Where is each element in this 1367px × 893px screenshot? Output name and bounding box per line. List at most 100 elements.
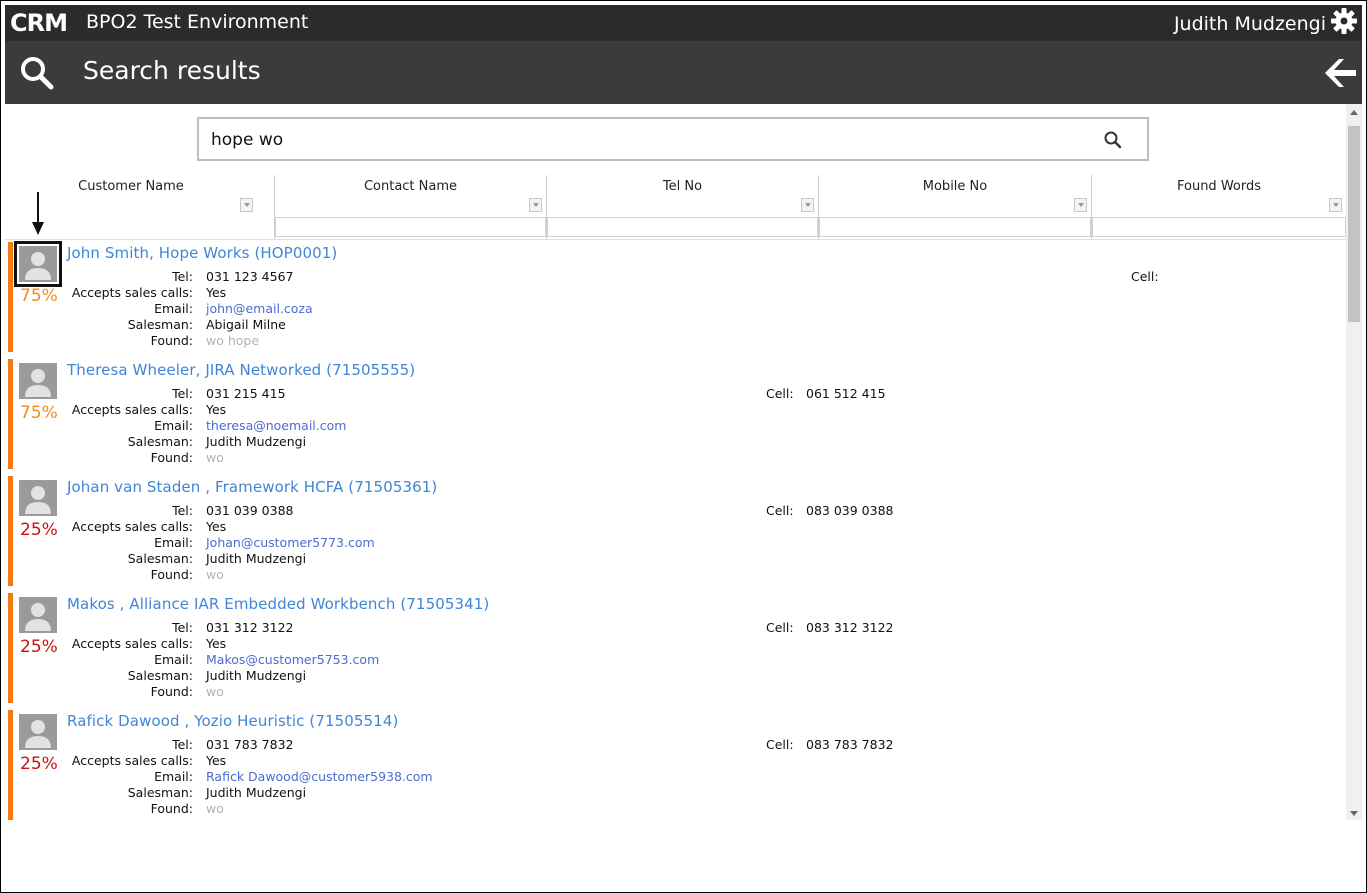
accepts-value: Yes xyxy=(206,636,227,651)
annotation-arrow-icon xyxy=(32,192,44,235)
app-title: BPO2 Test Environment xyxy=(86,11,309,33)
salesman-label: Salesman: xyxy=(127,434,193,449)
column-dropdown-button[interactable] xyxy=(1074,198,1087,212)
accepts-label: Accepts sales calls: xyxy=(71,753,193,768)
accepts-label: Accepts sales calls: xyxy=(71,285,193,300)
tel-label: Tel: xyxy=(172,503,193,518)
email-link[interactable]: john@email.coza xyxy=(206,301,313,316)
result-row: 75% Theresa Wheeler, JIRA Networked (715… xyxy=(5,359,1345,469)
cell-value: 083 783 7832 xyxy=(806,737,894,752)
result-name-link[interactable]: Makos , Alliance IAR Embedded Workbench … xyxy=(67,595,489,613)
back-arrow-icon[interactable] xyxy=(1322,55,1358,91)
column-dropdown-button[interactable] xyxy=(240,198,253,212)
found-label: Found: xyxy=(150,333,193,348)
salesman-label: Salesman: xyxy=(127,317,193,332)
column-label: Mobile No xyxy=(922,179,988,194)
cell-label: Cell: xyxy=(766,386,794,401)
salesman-value: Judith Mudzengi xyxy=(206,785,307,800)
email-link[interactable]: Rafick Dawood@customer5938.com xyxy=(206,769,433,784)
email-link[interactable]: theresa@noemail.com xyxy=(206,418,346,433)
cell-value: 083 312 3122 xyxy=(806,620,894,635)
cell-label: Cell: xyxy=(766,503,794,518)
header-divider xyxy=(5,239,1346,240)
salesman-value: Judith Mudzengi xyxy=(206,551,307,566)
result-row: 25% Johan van Staden , Framework HCFA (7… xyxy=(5,476,1345,586)
vertical-scrollbar[interactable] xyxy=(1346,104,1362,820)
tel-value: 031 783 7832 xyxy=(206,737,294,752)
column-header-contact-name: Contact Name xyxy=(275,175,546,241)
result-name-link[interactable]: Johan van Staden , Framework HCFA (71505… xyxy=(67,478,437,496)
found-label: Found: xyxy=(150,450,193,465)
salesman-label: Salesman: xyxy=(127,551,193,566)
column-filter-input[interactable] xyxy=(275,217,546,237)
cell-label: Cell: xyxy=(1131,269,1159,284)
page-title: Search results xyxy=(83,56,261,85)
found-label: Found: xyxy=(150,801,193,816)
column-dropdown-button[interactable] xyxy=(1329,198,1342,212)
accepts-label: Accepts sales calls: xyxy=(71,519,193,534)
found-label: Found: xyxy=(150,567,193,582)
found-value: wo xyxy=(206,567,224,582)
column-dropdown-button[interactable] xyxy=(801,198,814,212)
accepts-value: Yes xyxy=(206,519,227,534)
cell-label: Cell: xyxy=(766,737,794,752)
salesman-value: Abigail Milne xyxy=(206,317,286,332)
found-value: wo hope xyxy=(206,333,260,348)
accepts-label: Accepts sales calls: xyxy=(71,402,193,417)
column-filter-input[interactable] xyxy=(1092,217,1346,237)
user-name[interactable]: Judith Mudzengi xyxy=(1174,13,1326,35)
search-button-icon[interactable] xyxy=(1103,130,1123,150)
found-value: wo xyxy=(206,684,224,699)
accepts-value: Yes xyxy=(206,402,227,417)
scrollbar-thumb[interactable] xyxy=(1348,126,1360,322)
gear-icon[interactable] xyxy=(1330,7,1358,35)
column-dropdown-button[interactable] xyxy=(529,198,542,212)
accepts-value: Yes xyxy=(206,285,227,300)
result-row: 75% John Smith, Hope Works (HOP0001) Tel… xyxy=(5,241,1345,352)
tel-value: 031 123 4567 xyxy=(206,269,294,284)
column-label: Found Words xyxy=(1176,179,1262,194)
svg-text:CRM: CRM xyxy=(10,9,67,36)
cell-value: 083 039 0388 xyxy=(806,503,894,518)
tel-label: Tel: xyxy=(172,269,193,284)
result-name-link[interactable]: John Smith, Hope Works (HOP0001) xyxy=(67,244,337,262)
result-name-link[interactable]: Theresa Wheeler, JIRA Networked (7150555… xyxy=(67,361,415,379)
scroll-up-arrow-icon[interactable] xyxy=(1350,110,1358,115)
column-header-found-words: Found Words xyxy=(1092,175,1346,241)
top-bar: CRM BPO2 Test Environment Judith Mudzeng… xyxy=(5,5,1362,41)
salesman-label: Salesman: xyxy=(127,785,193,800)
column-filter-input[interactable] xyxy=(547,217,818,237)
column-header-mobile-no: Mobile No xyxy=(819,175,1091,241)
search-box xyxy=(197,117,1149,161)
tel-label: Tel: xyxy=(172,386,193,401)
salesman-value: Judith Mudzengi xyxy=(206,434,307,449)
column-filter-input[interactable] xyxy=(819,217,1091,237)
crm-logo: CRM xyxy=(10,9,68,36)
scroll-down-arrow-icon[interactable] xyxy=(1350,811,1358,816)
email-link[interactable]: Makos@customer5753.com xyxy=(206,652,379,667)
result-name-link[interactable]: Rafick Dawood , Yozio Heuristic (7150551… xyxy=(67,712,398,730)
result-row: 25% Makos , Alliance IAR Embedded Workbe… xyxy=(5,593,1345,703)
cell-label: Cell: xyxy=(766,620,794,635)
tel-value: 031 039 0388 xyxy=(206,503,294,518)
column-header-tel-no: Tel No xyxy=(547,175,818,241)
email-label: Email: xyxy=(154,301,193,316)
accepts-value: Yes xyxy=(206,753,227,768)
email-label: Email: xyxy=(154,535,193,550)
tel-label: Tel: xyxy=(172,737,193,752)
salesman-value: Judith Mudzengi xyxy=(206,668,307,683)
results-panel: Customer Name Contact Name Tel No Mobile… xyxy=(5,104,1346,820)
email-label: Email: xyxy=(154,418,193,433)
found-value: wo xyxy=(206,801,224,816)
search-input[interactable] xyxy=(209,127,1093,153)
accepts-label: Accepts sales calls: xyxy=(71,636,193,651)
salesman-label: Salesman: xyxy=(127,668,193,683)
email-label: Email: xyxy=(154,652,193,667)
found-label: Found: xyxy=(150,684,193,699)
search-icon[interactable] xyxy=(19,55,55,91)
tel-value: 031 215 415 xyxy=(206,386,286,401)
cell-value: 061 512 415 xyxy=(806,386,886,401)
column-label: Tel No xyxy=(662,179,703,194)
email-label: Email: xyxy=(154,769,193,784)
email-link[interactable]: Johan@customer5773.com xyxy=(206,535,375,550)
